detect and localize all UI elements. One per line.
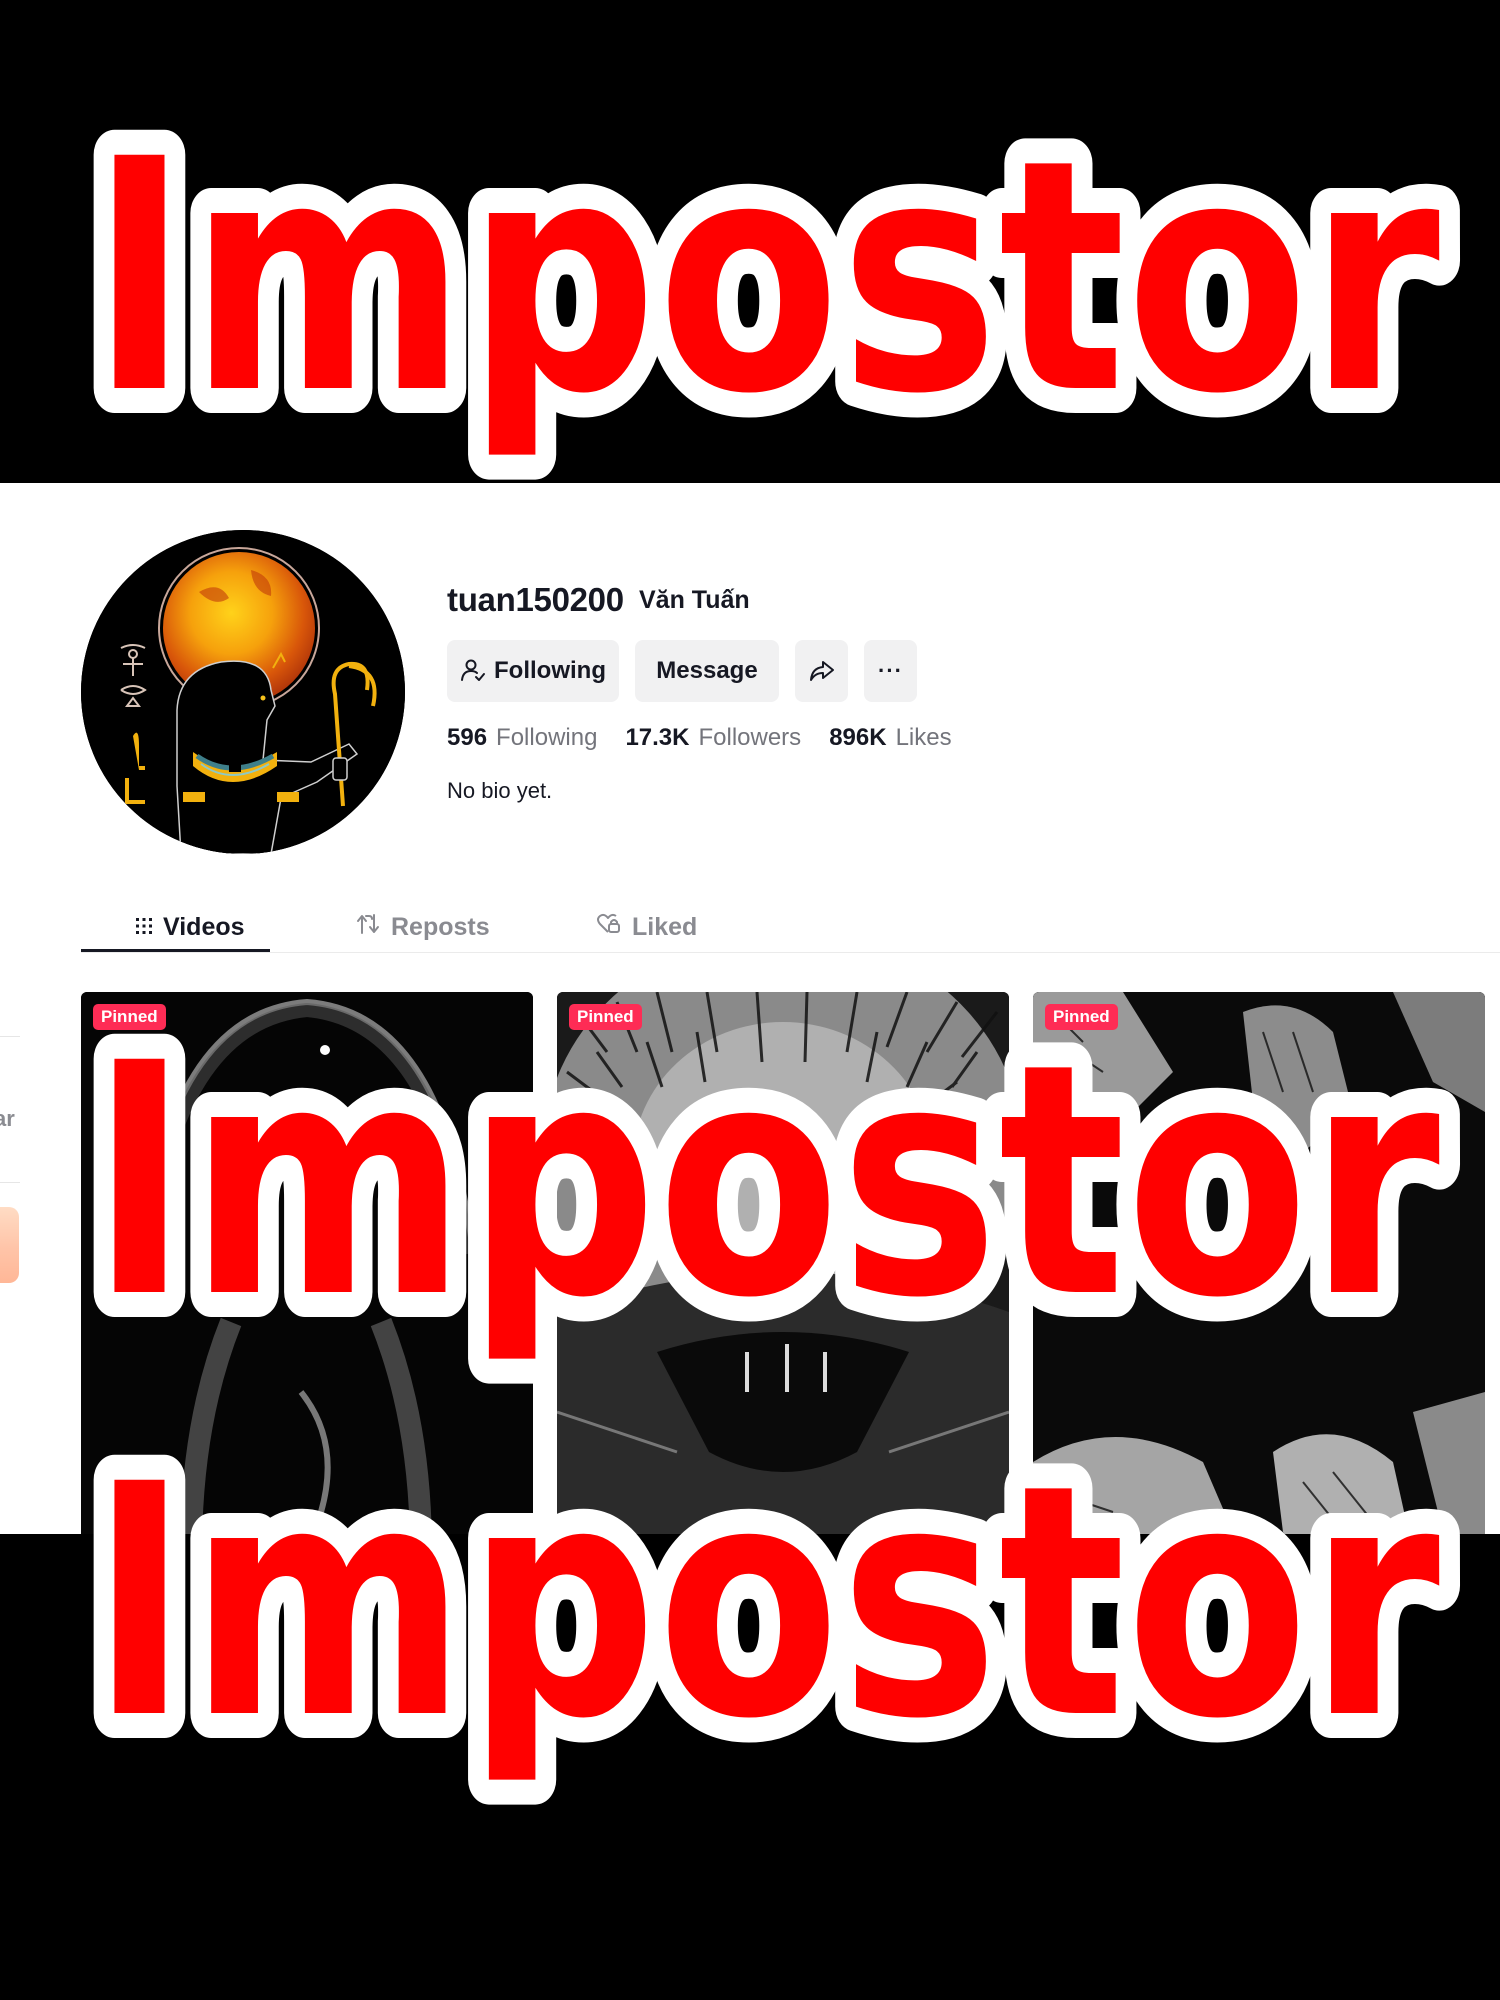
heart-lock-icon [596, 912, 622, 943]
sidebar-divider [0, 1182, 20, 1183]
repost-icon [355, 912, 381, 943]
share-button[interactable] [795, 640, 848, 702]
tab-label: Liked [632, 912, 698, 941]
profile-stats: 596 Following 17.3K Followers 896K Likes [447, 724, 980, 752]
following-button[interactable]: Following [447, 640, 619, 702]
pinned-badge: Pinned [93, 1004, 166, 1030]
stat-following[interactable]: 596 Following [447, 724, 597, 752]
stat-value: 596 [447, 724, 488, 751]
tab-label: Videos [163, 912, 245, 941]
avatar[interactable] [81, 530, 405, 854]
stat-likes: 896K Likes [829, 724, 951, 752]
stat-label: Followers [698, 724, 802, 751]
tab-reposts[interactable]: Reposts [355, 903, 490, 951]
tab-videos[interactable]: Videos [135, 903, 245, 951]
share-arrow-icon [809, 659, 835, 683]
video-thumbnail [1033, 992, 1485, 1534]
pinned-badge: Pinned [1045, 1004, 1118, 1030]
caption-line: Impostor [90, 92, 1442, 464]
grid-icon [135, 913, 153, 942]
video-thumbnail [557, 992, 1009, 1534]
egyptian-deity-avatar-icon [81, 530, 405, 854]
tab-label: Reposts [391, 912, 490, 941]
video-card[interactable]: Pinned [81, 992, 533, 1534]
stat-label: Likes [895, 724, 952, 751]
sidebar-thumbnail[interactable] [0, 1207, 19, 1283]
message-button[interactable]: Message [635, 640, 779, 702]
user-check-icon [460, 658, 486, 684]
message-button-label: Message [656, 657, 758, 684]
sidebar-partial-text[interactable]: ar [0, 1106, 15, 1132]
sidebar-divider [0, 1036, 20, 1037]
video-card[interactable]: Pinned [1033, 992, 1485, 1534]
video-thumbnail [81, 992, 533, 1534]
more-options-button[interactable]: ··· [864, 640, 917, 702]
profile-tabs: Videos Reposts Liked [81, 903, 1500, 953]
active-tab-indicator [81, 949, 270, 952]
sidebar-fragment: ar [0, 483, 80, 1534]
stat-label: Following [496, 724, 598, 751]
nickname: Văn Tuấn [639, 586, 750, 614]
stat-followers[interactable]: 17.3K Followers [625, 724, 801, 752]
bio: No bio yet. [447, 778, 553, 803]
stat-value: 17.3K [625, 724, 690, 751]
following-button-label: Following [494, 657, 606, 684]
stat-value: 896K [829, 724, 887, 751]
tabs-divider [81, 952, 1500, 953]
video-card[interactable]: Pinned [557, 992, 1009, 1534]
pinned-badge: Pinned [569, 1004, 642, 1030]
more-dots-icon: ··· [878, 658, 903, 683]
username: tuan150200 [447, 581, 624, 618]
tab-liked[interactable]: Liked [596, 903, 697, 951]
profile-page: ar tuan150200 Văn Tuấn Following Message… [0, 483, 1500, 1534]
